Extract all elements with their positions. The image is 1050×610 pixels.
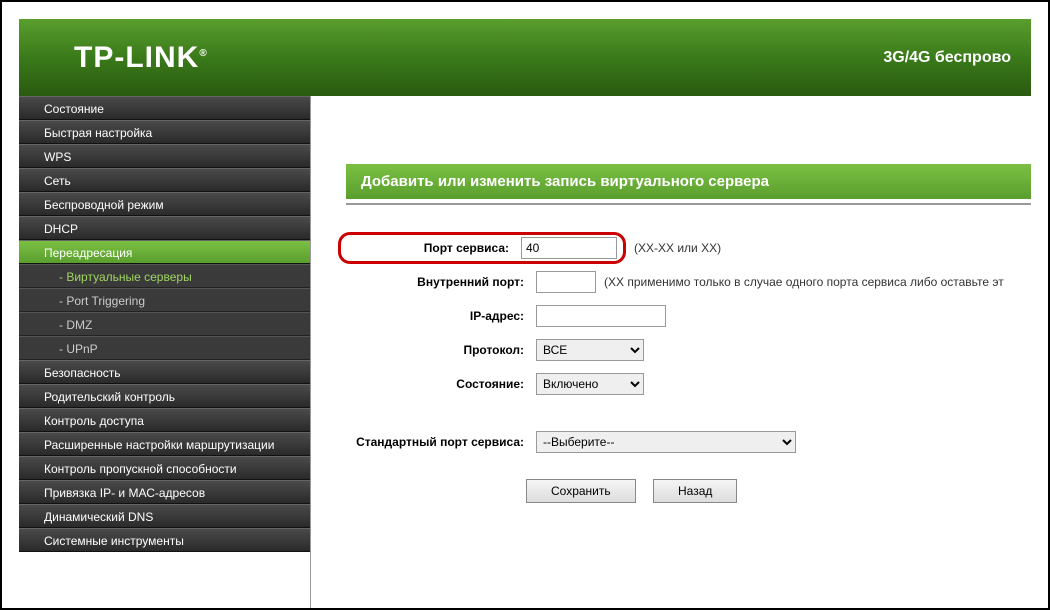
sidebar-item-12[interactable]: Родительский контроль xyxy=(19,384,310,408)
service-port-hint: (XX-XX или XX) xyxy=(634,241,721,255)
service-port-input[interactable] xyxy=(521,237,617,259)
internal-port-hint: (XX применимо только в случае одного пор… xyxy=(604,275,1004,289)
logo: TP-LINK® xyxy=(74,41,208,75)
sidebar-item-4[interactable]: Беспроводной режим xyxy=(19,192,310,216)
row-ip: IP-адрес: xyxy=(346,303,1031,329)
status-label: Состояние: xyxy=(346,377,536,391)
row-status: Состояние: Включено xyxy=(346,371,1031,397)
sidebar-subitem-8[interactable]: - Port Triggering xyxy=(19,288,310,312)
header-tagline: 3G/4G беспрово xyxy=(883,49,1011,67)
sidebar-item-15[interactable]: Контроль пропускной способности xyxy=(19,456,310,480)
ip-label: IP-адрес: xyxy=(346,309,536,323)
sidebar-item-18[interactable]: Системные инструменты xyxy=(19,528,310,552)
content-area: Добавить или изменить запись виртуальног… xyxy=(311,96,1031,608)
ip-input[interactable] xyxy=(536,305,666,327)
status-select[interactable]: Включено xyxy=(536,373,644,395)
row-protocol: Протокол: ВСЕ xyxy=(346,337,1031,363)
internal-port-label: Внутренний порт: xyxy=(346,275,536,289)
button-row: Сохранить Назад xyxy=(346,479,1031,503)
row-service-port: Порт сервиса: (XX-XX или XX) xyxy=(346,235,1031,261)
sidebar-item-3[interactable]: Сеть xyxy=(19,168,310,192)
sidebar-item-6[interactable]: Переадресация xyxy=(19,240,310,264)
sidebar-item-13[interactable]: Контроль доступа xyxy=(19,408,310,432)
sidebar-subitem-7[interactable]: - Виртуальные серверы xyxy=(19,264,310,288)
header: TP-LINK® 3G/4G беспрово xyxy=(19,19,1031,96)
sidebar-item-0[interactable]: Состояние xyxy=(19,96,310,120)
sidebar: СостояниеБыстрая настройкаWPSСетьБеспров… xyxy=(19,96,311,608)
save-button[interactable]: Сохранить xyxy=(526,479,636,503)
sidebar-subitem-10[interactable]: - UPnP xyxy=(19,336,310,360)
sidebar-subitem-9[interactable]: - DMZ xyxy=(19,312,310,336)
form-area: Порт сервиса: (XX-XX или XX) Внутренний … xyxy=(346,203,1031,503)
service-port-label: Порт сервиса: xyxy=(341,241,521,255)
row-standard-port: Стандартный порт сервиса: --Выберите-- xyxy=(346,429,1031,455)
sidebar-item-2[interactable]: WPS xyxy=(19,144,310,168)
standard-port-select[interactable]: --Выберите-- xyxy=(536,431,796,453)
sidebar-item-14[interactable]: Расширенные настройки маршрутизации xyxy=(19,432,310,456)
sidebar-item-16[interactable]: Привязка IP- и МАС-адресов xyxy=(19,480,310,504)
page-title: Добавить или изменить запись виртуальног… xyxy=(346,164,1031,199)
protocol-label: Протокол: xyxy=(346,343,536,357)
sidebar-item-11[interactable]: Безопасность xyxy=(19,360,310,384)
standard-port-label: Стандартный порт сервиса: xyxy=(346,435,536,449)
row-internal-port: Внутренний порт: (XX применимо только в … xyxy=(346,269,1031,295)
service-port-highlight: Порт сервиса: xyxy=(338,232,626,264)
internal-port-input[interactable] xyxy=(536,271,596,293)
sidebar-item-5[interactable]: DHCP xyxy=(19,216,310,240)
sidebar-item-17[interactable]: Динамический DNS xyxy=(19,504,310,528)
protocol-select[interactable]: ВСЕ xyxy=(536,339,644,361)
back-button[interactable]: Назад xyxy=(653,479,737,503)
sidebar-item-1[interactable]: Быстрая настройка xyxy=(19,120,310,144)
